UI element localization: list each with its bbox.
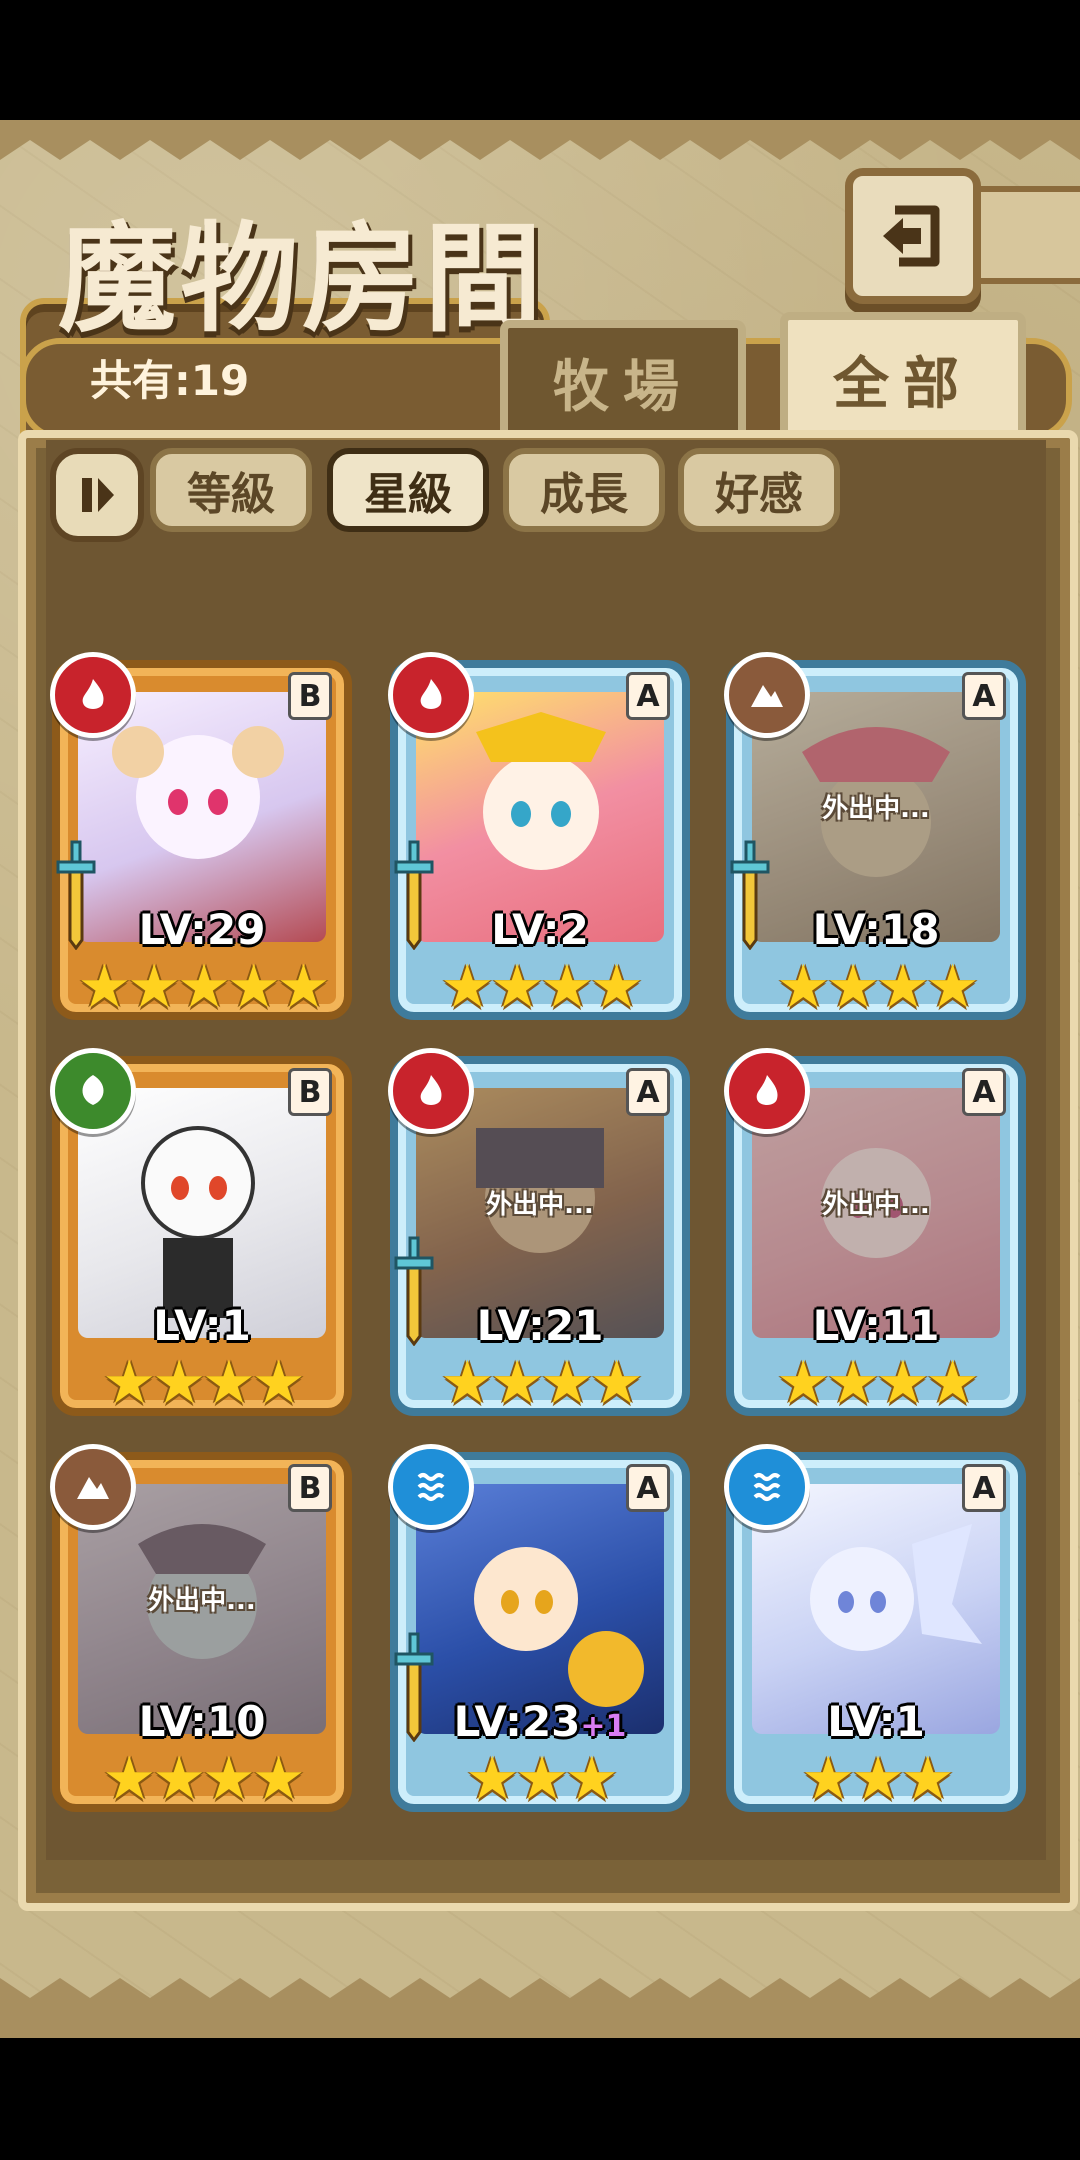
sort-growth-button[interactable]: 成長 — [503, 448, 665, 532]
return-arrow-icon — [883, 205, 940, 267]
star-rating: ★★★★ — [776, 1348, 979, 1418]
level-label: LV:18 — [812, 905, 940, 954]
leaf-element-icon — [50, 1048, 136, 1134]
star-rating: ★★★★★ — [77, 952, 331, 1022]
away-status: 外出中... — [486, 1190, 594, 1220]
earth-element-icon — [50, 1444, 136, 1530]
level-bonus: +1 — [580, 1709, 627, 1744]
fire-element-icon — [388, 652, 474, 738]
monster-card[interactable]: B LV:1 ★★★★ — [50, 1048, 352, 1418]
water-element-icon — [724, 1444, 810, 1530]
tab-all[interactable]: 全部 — [780, 312, 1026, 446]
fire-element-icon — [388, 1048, 474, 1134]
star-rating: ★★★★ — [440, 1348, 643, 1418]
level-label: LV:1 — [827, 1697, 925, 1746]
monster-card[interactable]: B LV:29 ★★★★★ — [50, 652, 352, 1022]
back-button[interactable] — [845, 168, 981, 304]
level-label: LV:2 — [491, 905, 589, 954]
star-rating: ★★★★ — [440, 952, 643, 1022]
star-rating: ★★★ — [801, 1744, 954, 1814]
rank-badge: B — [288, 1068, 332, 1116]
level-label: LV:23+1 — [453, 1697, 627, 1746]
sort-order-toggle[interactable] — [50, 448, 144, 542]
rank-badge: A — [962, 1068, 1006, 1116]
water-element-icon — [388, 1444, 474, 1530]
level-label: LV:10 — [138, 1697, 266, 1746]
away-status: 外出中... — [822, 794, 930, 824]
monster-card[interactable]: 外出中... A LV:21 ★★★★ — [388, 1048, 690, 1418]
tab-ranch[interactable]: 牧場 — [500, 320, 746, 444]
star-rating: ★★★★ — [102, 1348, 305, 1418]
fire-element-icon — [50, 652, 136, 738]
sort-affection-button[interactable]: 好感 — [678, 448, 840, 532]
zigzag-bottom-border — [0, 1978, 1080, 2038]
back-strip — [965, 186, 1080, 284]
monster-card[interactable]: A LV:2 ★★★★ — [388, 652, 690, 1022]
rank-badge: B — [288, 672, 332, 720]
star-rating: ★★★★ — [102, 1744, 305, 1814]
monster-count: 共有:19 — [90, 356, 250, 405]
rank-badge: A — [626, 1464, 670, 1512]
sort-order-icon — [82, 478, 114, 512]
fire-element-icon — [724, 1048, 810, 1134]
level-label: LV:11 — [812, 1301, 940, 1350]
earth-element-icon — [724, 652, 810, 738]
rank-badge: A — [962, 672, 1006, 720]
rank-badge: A — [962, 1464, 1006, 1512]
monster-card[interactable]: 外出中... A LV:11 ★★★★ — [724, 1048, 1026, 1418]
star-rating: ★★★★ — [776, 952, 979, 1022]
rank-badge: A — [626, 672, 670, 720]
monster-card[interactable]: A LV:1 ★★★ — [724, 1444, 1026, 1814]
monster-card[interactable]: 外出中... B LV:10 ★★★★ — [50, 1444, 352, 1814]
monster-card[interactable]: A LV:23+1 ★★★ — [388, 1444, 690, 1814]
away-status: 外出中... — [148, 1586, 256, 1616]
star-rating: ★★★ — [465, 1744, 618, 1814]
sort-stars-button[interactable]: 星級 — [327, 448, 489, 532]
level-label: LV:29 — [138, 905, 266, 954]
page-title: 魔物房間 — [58, 209, 547, 348]
away-status: 外出中... — [822, 1190, 930, 1220]
rank-badge: B — [288, 1464, 332, 1512]
monster-card[interactable]: 外出中... A LV:18 ★★★★ — [724, 652, 1026, 1022]
rank-badge: A — [626, 1068, 670, 1116]
level-label: LV:1 — [153, 1301, 251, 1350]
level-label: LV:21 — [476, 1301, 604, 1350]
sort-level-button[interactable]: 等級 — [150, 448, 312, 532]
